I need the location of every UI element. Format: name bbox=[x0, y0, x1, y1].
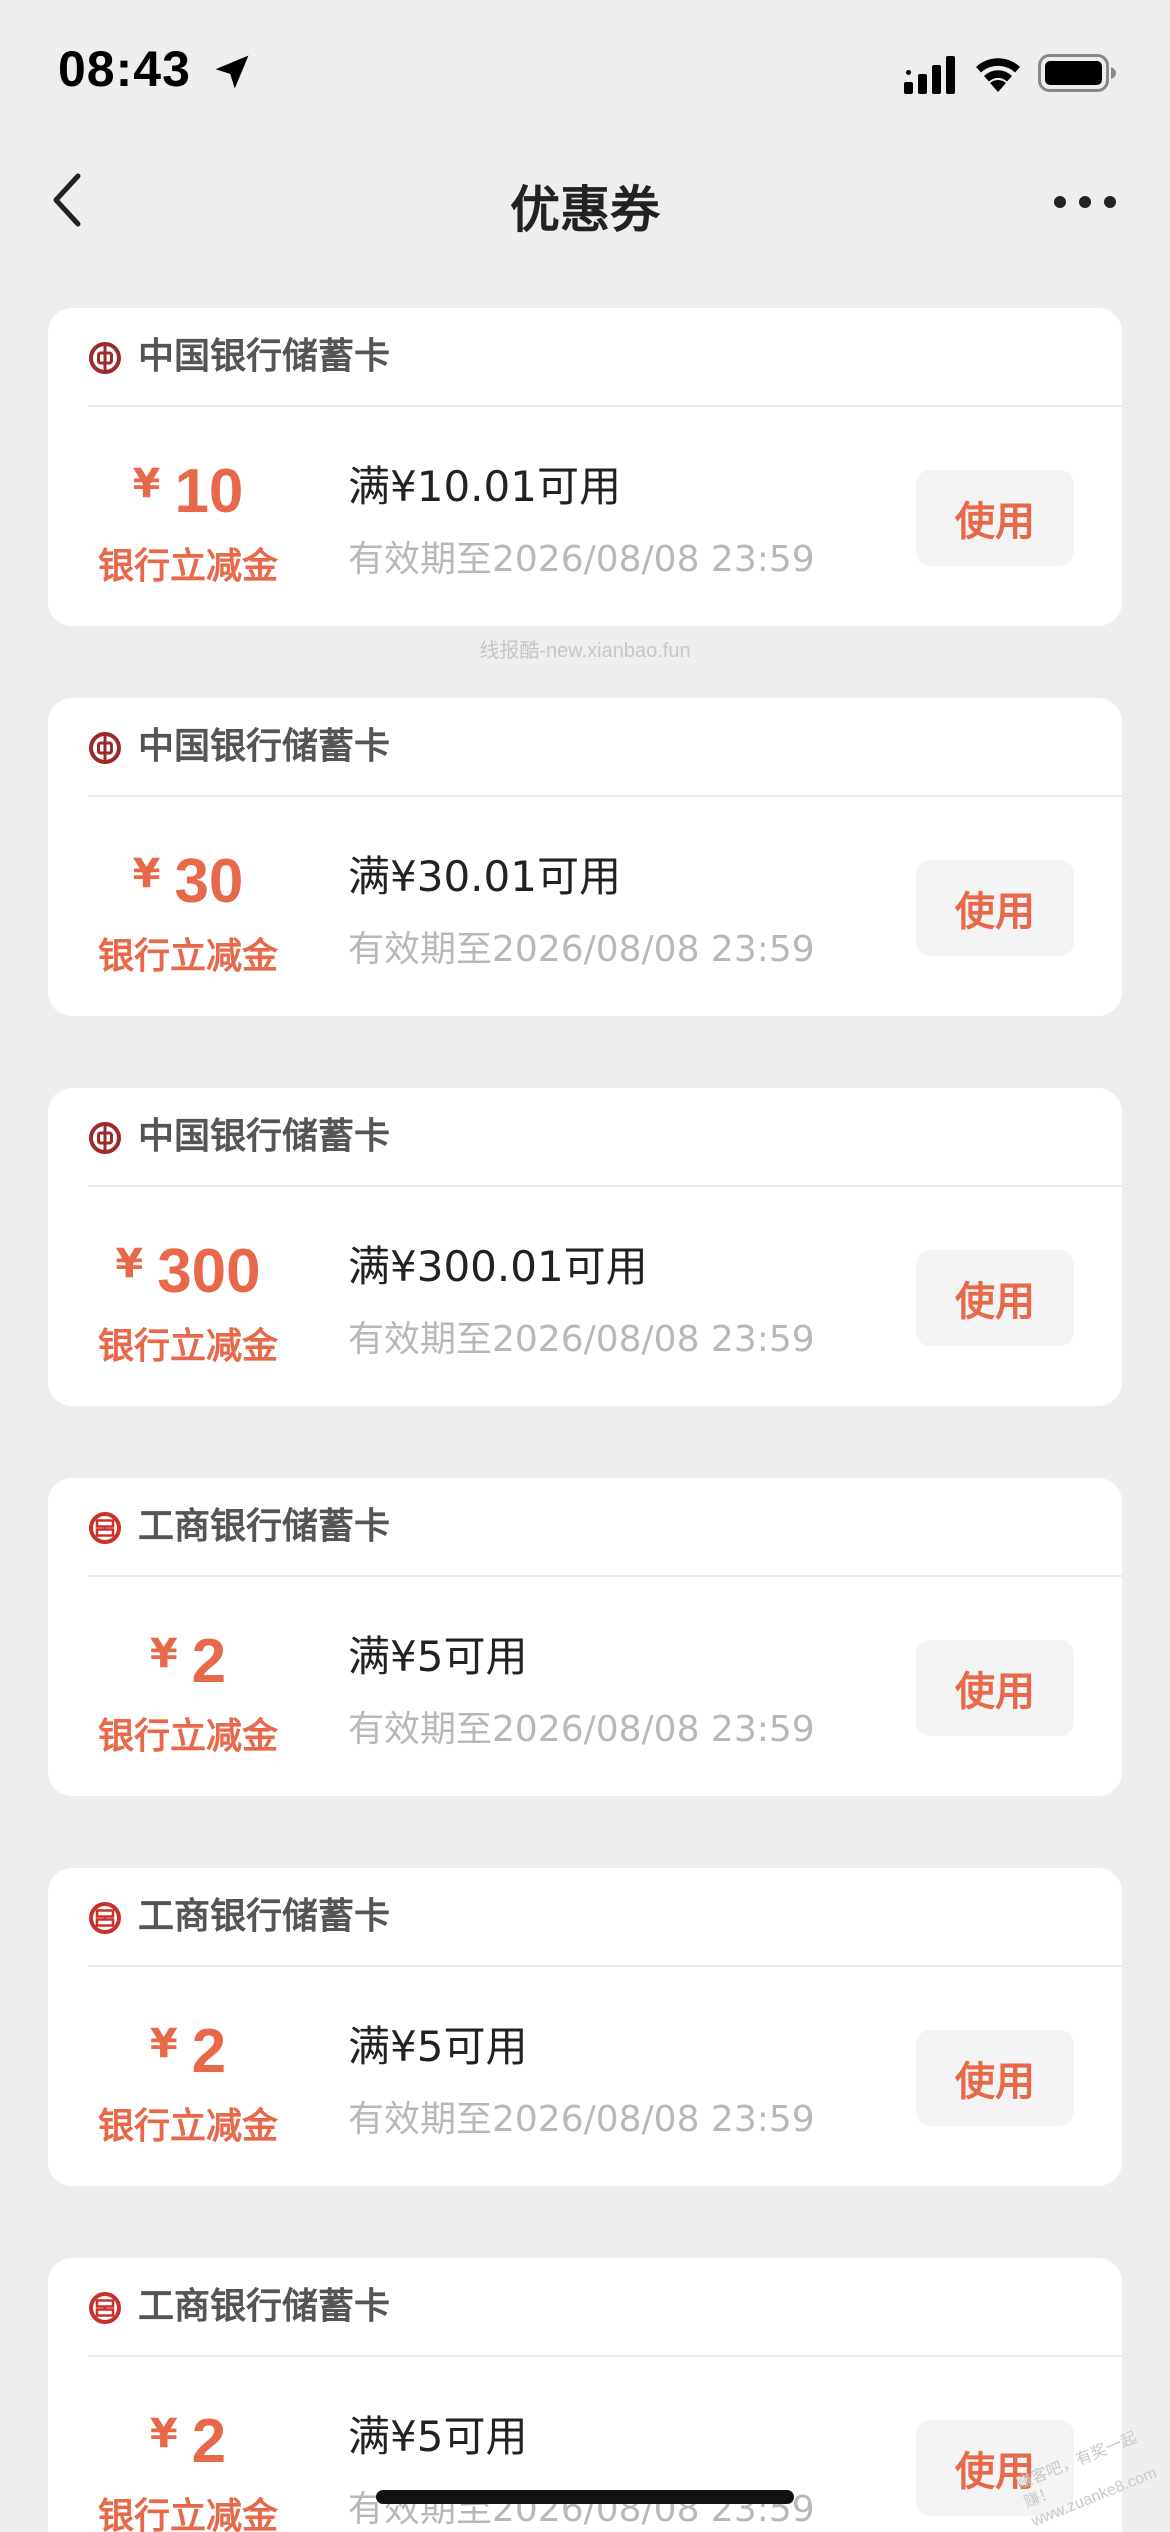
amount-label: 银行立减金 bbox=[97, 546, 278, 587]
icbc-logo-icon bbox=[89, 2292, 121, 2324]
amount-label: 银行立减金 bbox=[97, 1326, 278, 1367]
use-button[interactable]: 使用 bbox=[916, 1250, 1074, 1346]
amount-value: 2 bbox=[191, 2407, 227, 2476]
coupon-card: 工商银行储蓄卡 ¥2 银行立减金 满¥5可用 有效期至2026/08/08 23… bbox=[48, 1478, 1122, 1796]
discount-amount: ¥2 bbox=[48, 2407, 328, 2477]
use-button[interactable]: 使用 bbox=[916, 860, 1074, 956]
coupon-page: 08:43 优惠券 中国银行储蓄卡 ¥ 10 银行立减金 满¥10.01可用 有… bbox=[0, 0, 1170, 2532]
page-title: 优惠券 bbox=[510, 181, 660, 239]
more-dots-icon[interactable] bbox=[1050, 182, 1120, 222]
usage-condition: 满¥5可用 bbox=[348, 2022, 528, 2071]
location-arrow-icon bbox=[215, 55, 249, 89]
validity-date: 有效期至2026/08/08 23:59 bbox=[348, 929, 815, 970]
currency-symbol: ¥ bbox=[149, 2021, 178, 2067]
coupon-card: 中国银行储蓄卡 ¥10 银行立减金 满¥10.01可用 有效期至2026/08/… bbox=[48, 308, 1122, 626]
coupon-card: 工商银行储蓄卡 ¥2 银行立减金 满¥5可用 有效期至2026/08/08 23… bbox=[48, 1868, 1122, 2186]
amount-label: 银行立减金 bbox=[97, 2106, 278, 2147]
card-body: ¥300 银行立减金 满¥300.01可用 有效期至2026/08/08 23:… bbox=[48, 1187, 1122, 1406]
currency-symbol: ¥ bbox=[132, 851, 161, 897]
usage-condition: 满¥5可用 bbox=[348, 1632, 528, 1681]
battery-icon bbox=[1038, 54, 1116, 92]
cellular-signal-icon bbox=[904, 56, 955, 94]
wifi-icon bbox=[976, 58, 1020, 92]
amount-label: 银行立减金 bbox=[97, 1716, 278, 1757]
status-bar: 08:43 bbox=[0, 0, 1170, 140]
card-body: ¥30 银行立减金 满¥30.01可用 有效期至2026/08/08 23:59… bbox=[48, 797, 1122, 1016]
bank-name: 工商银行储蓄卡 bbox=[138, 2286, 391, 2327]
bank-of-china-logo-icon bbox=[89, 342, 121, 374]
discount-amount: ¥30 bbox=[48, 847, 328, 917]
amount-value: 10 bbox=[174, 457, 244, 526]
card-body: ¥2 银行立减金 满¥5可用 有效期至2026/08/08 23:59 使用 bbox=[48, 1967, 1122, 2186]
card-header: 工商银行储蓄卡 bbox=[88, 1478, 1122, 1577]
watermark-text: 线报酷-new.xianbao.fun bbox=[479, 640, 691, 662]
home-indicator[interactable] bbox=[376, 2490, 794, 2504]
usage-condition: 满¥5可用 bbox=[348, 2412, 528, 2461]
validity-date: 有效期至2026/08/08 23:59 bbox=[348, 1709, 815, 1750]
card-body: ¥2 银行立减金 满¥5可用 有效期至2026/08/08 23:59 使用 bbox=[48, 2357, 1122, 2532]
card-body: ¥10 银行立减金 满¥10.01可用 有效期至2026/08/08 23:59… bbox=[48, 407, 1122, 626]
amount-value: 300 bbox=[157, 1237, 261, 1306]
usage-condition: 满¥10.01可用 bbox=[348, 462, 621, 511]
currency-symbol: ¥ bbox=[115, 1241, 144, 1287]
discount-amount: ¥2 bbox=[48, 2017, 328, 2087]
discount-amount: ¥10 bbox=[48, 457, 328, 527]
use-button[interactable]: 使用 bbox=[916, 2030, 1074, 2126]
card-header: 中国银行储蓄卡 bbox=[88, 1088, 1122, 1187]
bank-name: 中国银行储蓄卡 bbox=[138, 336, 391, 377]
card-header: 中国银行储蓄卡 bbox=[88, 308, 1122, 407]
currency-symbol: ¥ bbox=[132, 461, 161, 507]
coupon-card: 中国银行储蓄卡 ¥30 银行立减金 满¥30.01可用 有效期至2026/08/… bbox=[48, 698, 1122, 1016]
validity-date: 有效期至2026/08/08 23:59 bbox=[348, 539, 815, 580]
coupon-card: 中国银行储蓄卡 ¥300 银行立减金 满¥300.01可用 有效期至2026/0… bbox=[48, 1088, 1122, 1406]
discount-amount: ¥300 bbox=[48, 1237, 328, 1307]
usage-condition: 满¥300.01可用 bbox=[348, 1242, 648, 1291]
use-button[interactable]: 使用 bbox=[916, 470, 1074, 566]
currency-symbol: ¥ bbox=[149, 1631, 178, 1677]
card-header: 中国银行储蓄卡 bbox=[88, 698, 1122, 797]
status-time: 08:43 bbox=[58, 41, 191, 97]
amount-value: 2 bbox=[191, 1627, 227, 1696]
usage-condition: 满¥30.01可用 bbox=[348, 852, 621, 901]
bank-of-china-logo-icon bbox=[89, 1122, 121, 1154]
amount-label: 银行立减金 bbox=[97, 936, 278, 977]
amount-value: 2 bbox=[191, 2017, 227, 2086]
amount-label: 银行立减金 bbox=[97, 2496, 278, 2532]
icbc-logo-icon bbox=[89, 1512, 121, 1544]
bank-of-china-logo-icon bbox=[89, 732, 121, 764]
use-button[interactable]: 使用 bbox=[916, 1640, 1074, 1736]
bank-name: 工商银行储蓄卡 bbox=[138, 1506, 391, 1547]
bank-name: 工商银行储蓄卡 bbox=[138, 1896, 391, 1937]
nav-bar: 优惠券 bbox=[0, 140, 1170, 270]
amount-value: 30 bbox=[174, 847, 244, 916]
discount-amount: ¥2 bbox=[48, 1627, 328, 1697]
bank-name: 中国银行储蓄卡 bbox=[138, 1116, 391, 1157]
card-header: 工商银行储蓄卡 bbox=[88, 1868, 1122, 1967]
card-body: ¥2 银行立减金 满¥5可用 有效期至2026/08/08 23:59 使用 bbox=[48, 1577, 1122, 1796]
icbc-logo-icon bbox=[89, 1902, 121, 1934]
bank-name: 中国银行储蓄卡 bbox=[138, 726, 391, 767]
validity-date: 有效期至2026/08/08 23:59 bbox=[348, 1319, 815, 1360]
validity-date: 有效期至2026/08/08 23:59 bbox=[348, 2099, 815, 2140]
card-header: 工商银行储蓄卡 bbox=[88, 2258, 1122, 2357]
currency-symbol: ¥ bbox=[149, 2411, 178, 2457]
